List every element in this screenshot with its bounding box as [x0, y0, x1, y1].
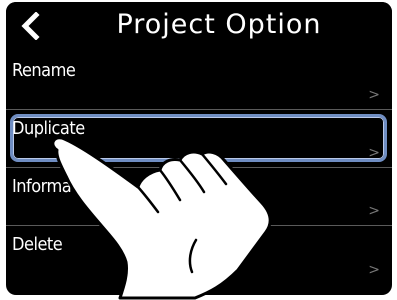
- page-title: Project Option: [116, 9, 322, 40]
- device-frame: Project Option Rename > Duplicate > Info…: [0, 0, 397, 300]
- title-bar: Project Option: [6, 2, 392, 50]
- chevron-right-icon: >: [368, 145, 380, 161]
- menu-item-label: Delete: [12, 234, 63, 255]
- touch-screen: Project Option Rename > Duplicate > Info…: [6, 2, 392, 295]
- menu-item-label: Rename: [12, 60, 76, 81]
- menu-item-information[interactable]: Information >: [6, 168, 392, 226]
- chevron-right-icon: >: [368, 87, 380, 103]
- menu-item-delete[interactable]: Delete >: [6, 226, 392, 284]
- menu-item-duplicate[interactable]: Duplicate >: [6, 110, 392, 168]
- chevron-right-icon: >: [368, 203, 380, 219]
- chevron-left-icon: [21, 12, 40, 40]
- back-button[interactable]: [10, 6, 50, 46]
- option-list: Rename > Duplicate > Information > Delet…: [6, 52, 392, 284]
- chevron-right-icon: >: [368, 262, 380, 278]
- menu-item-label: Duplicate: [12, 118, 85, 139]
- menu-item-rename[interactable]: Rename >: [6, 52, 392, 110]
- menu-item-label: Information: [12, 176, 101, 197]
